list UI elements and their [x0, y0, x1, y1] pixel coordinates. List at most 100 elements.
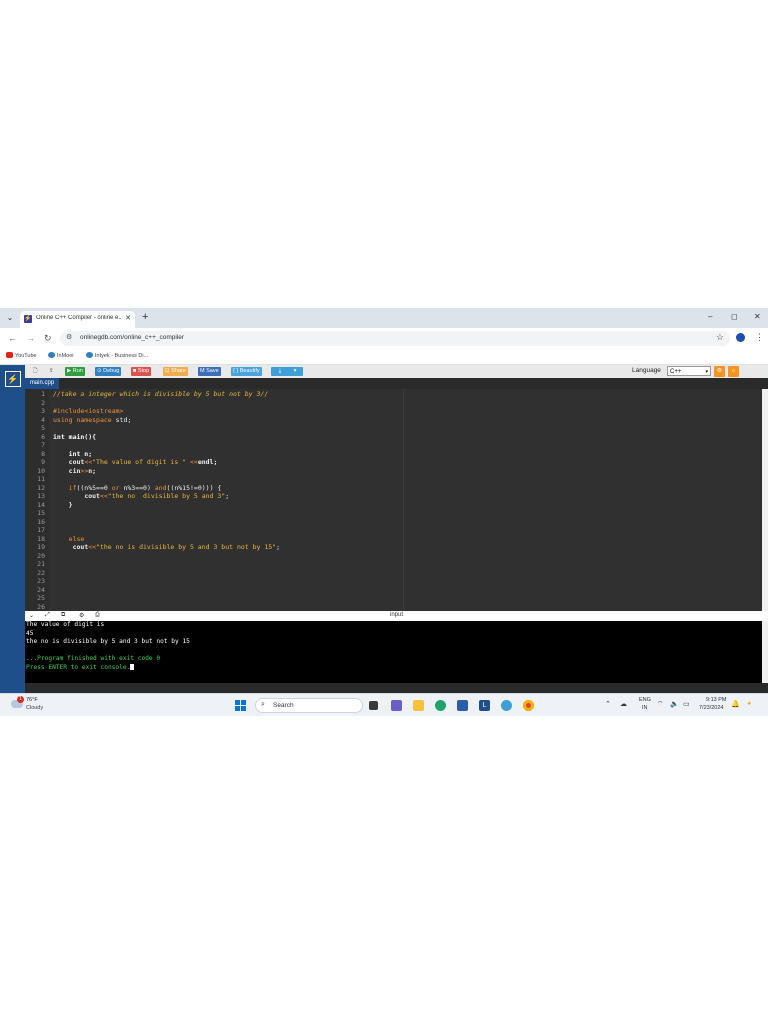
line-number: 6	[41, 432, 45, 441]
wifi-icon[interactable]: ⌔	[657, 700, 664, 709]
weather-condition[interactable]: Cloudy	[26, 705, 43, 711]
save-button[interactable]: M Save	[198, 367, 221, 376]
file-explorer-icon[interactable]	[413, 700, 424, 711]
browser-menu-icon[interactable]: ⋮	[755, 332, 764, 343]
line-number: 15	[37, 509, 45, 517]
taskbar-search[interactable]: ⌕ Search	[255, 698, 363, 713]
bookmark-intyek[interactable]: Intyek - Business Di...	[86, 352, 148, 359]
clock-date[interactable]: 7/23/2024	[699, 705, 723, 711]
copy-icon[interactable]: ⧉	[61, 612, 65, 619]
windows-start-icon[interactable]	[235, 700, 246, 711]
notification-bell-icon[interactable]: 🔔	[731, 700, 740, 708]
temperature[interactable]: 76°F	[26, 697, 38, 703]
onlinegdb-favicon-icon: ⚡	[24, 315, 32, 323]
site-info-icon[interactable]: ⚙	[66, 333, 72, 341]
cloud-sync-icon[interactable]: ☁	[620, 700, 627, 708]
line-number: 19	[37, 543, 45, 551]
store-icon[interactable]	[457, 700, 468, 711]
teams-icon[interactable]	[391, 700, 402, 711]
line-number: 21	[37, 560, 45, 568]
task-view-icon[interactable]	[369, 701, 378, 710]
battery-icon[interactable]: ▭	[683, 700, 690, 708]
line-number: 1	[41, 390, 45, 398]
edge-icon[interactable]	[435, 700, 446, 711]
bookmark-star-icon[interactable]: ☆	[716, 332, 724, 343]
file-tab-main-cpp[interactable]: main.cpp	[25, 378, 59, 389]
info-icon[interactable]: ☼	[728, 366, 739, 377]
line-number: 3	[41, 407, 45, 415]
input-region[interactable]: IN	[642, 705, 648, 711]
line-number: 5	[41, 424, 45, 432]
app-circle-icon[interactable]	[501, 700, 512, 711]
copilot-icon[interactable]: ◕	[747, 700, 751, 707]
editor-scrollbar[interactable]	[762, 389, 768, 611]
line-number: 20	[37, 551, 45, 560]
line-number: 22	[37, 568, 45, 577]
new-file-icon[interactable]: 🗋	[31, 367, 39, 376]
line-number: 8	[41, 449, 45, 458]
chrome-icon[interactable]	[523, 700, 534, 711]
run-button[interactable]: ▶ Run	[65, 367, 85, 376]
console-line: The value of digit is	[26, 621, 105, 628]
console-scrollbar[interactable]	[762, 621, 768, 683]
forward-icon[interactable]: →	[26, 333, 35, 343]
onlinegdb-logo-icon[interactable]: ⚡	[5, 371, 21, 387]
site-globe-icon	[86, 352, 93, 358]
more-options-button[interactable]: ▾	[287, 367, 303, 376]
close-window-button[interactable]: ✕	[754, 312, 761, 321]
url-text[interactable]: onlinegdb.com/online_c++_compiler	[80, 334, 184, 341]
profile-avatar-icon[interactable]	[736, 333, 745, 342]
bookmark-youtube[interactable]: YouTube	[6, 352, 37, 359]
new-tab-button[interactable]: +	[142, 311, 148, 323]
tab-close-icon[interactable]: ✕	[125, 314, 131, 322]
code-editor[interactable]: 1 2 3 4 5 6 7 8 9 10 11 12 13 14 15 16 17 18 19 20 21 22 23 24 2…	[25, 389, 762, 611]
line-number: 2	[41, 398, 45, 407]
stop-button[interactable]: ■ Stop	[131, 367, 152, 376]
clock-time[interactable]: 9:13 PM	[706, 697, 726, 703]
volume-icon[interactable]: 🔈	[670, 700, 679, 708]
app-l-icon[interactable]: L	[479, 700, 490, 711]
line-number: 10	[37, 466, 45, 475]
line-number: 25	[37, 594, 45, 602]
beautify-button[interactable]: { } Beautify	[231, 367, 262, 376]
settings-gear-icon[interactable]: ⚙	[714, 366, 725, 377]
tab-search-icon[interactable]: ⌄	[4, 312, 16, 324]
input-label: input	[390, 612, 404, 618]
debug-button[interactable]: ⊙ Debug	[95, 367, 122, 376]
browser-tab-strip: ⌄ ⚡ Online C++ Compiler - online e... ✕ …	[0, 308, 768, 328]
language-select[interactable]: C++ ▾	[667, 366, 711, 376]
line-number: 11	[37, 475, 45, 483]
windows-taskbar: 1 76°F Cloudy ⌕ Search L ⌃ ☁ ENG IN ⌔ 🔈 …	[0, 693, 768, 716]
screenshot-region: ⌄ ⚡ Online C++ Compiler - online e... ✕ …	[0, 308, 768, 716]
output-console[interactable]: The value of digit is 45 the no is divis…	[25, 621, 762, 683]
line-number: 14	[37, 500, 45, 509]
print-icon[interactable]: ⎙	[95, 612, 100, 619]
restore-button[interactable]: ◻	[731, 312, 738, 321]
input-language[interactable]: ENG	[639, 697, 651, 703]
reload-icon[interactable]: ↻	[44, 333, 52, 344]
bookmark-inmoei[interactable]: InMoei	[48, 352, 74, 359]
share-button[interactable]: ⊡ Share	[163, 367, 188, 376]
browser-tab[interactable]: ⚡ Online C++ Compiler - online e... ✕	[20, 311, 135, 328]
back-icon[interactable]: ←	[8, 333, 17, 343]
address-bar[interactable]: ⚙ onlinegdb.com/online_c++_compiler ☆	[60, 331, 730, 346]
bookmark-label: Intyek - Business Di...	[95, 353, 149, 359]
collapse-icon[interactable]: ⌄	[29, 612, 34, 619]
console-line: 45	[26, 629, 34, 637]
upload-icon[interactable]: ⇪	[47, 367, 56, 376]
line-number: 12	[37, 483, 45, 492]
expand-icon[interactable]: ⤢	[45, 612, 50, 619]
search-icon: ⌕	[261, 701, 265, 708]
site-globe-icon	[48, 352, 55, 358]
print-margin	[403, 389, 404, 611]
language-value: C++	[670, 369, 682, 375]
line-number: 7	[41, 441, 45, 449]
show-hidden-icons-icon[interactable]: ⌃	[605, 700, 611, 708]
settings-icon[interactable]: ⚙	[79, 612, 84, 619]
minimize-button[interactable]: –	[708, 312, 712, 321]
line-number: 16	[37, 517, 45, 526]
chevron-down-icon: ▾	[705, 369, 708, 375]
ide-toolbar: 🗋 ⇪ ▶ Run ⊙ Debug ■ Stop ⊡ Share M Save …	[25, 365, 768, 378]
address-bar-row: ← → ↻ ⚙ onlinegdb.com/online_c++_compile…	[0, 328, 768, 349]
bookmarks-bar: YouTube InMoei Intyek - Business Di...	[0, 349, 768, 365]
